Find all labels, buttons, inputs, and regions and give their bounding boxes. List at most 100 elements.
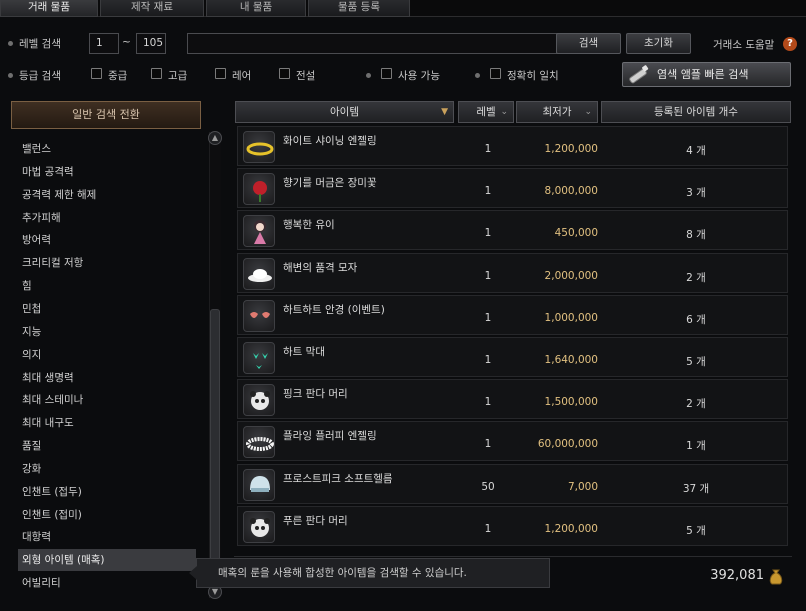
category-item[interactable]: 방어력 <box>22 229 197 251</box>
item-name: 프로스트피크 소프트헬름 <box>283 472 393 485</box>
category-item[interactable]: 공격력 제한 해제 <box>22 184 197 206</box>
item-price: 1,500,000 <box>544 396 598 409</box>
rose-icon <box>243 173 275 206</box>
item-level: 1 <box>484 354 492 366</box>
grade-search-label: 등급 검색 <box>19 70 61 82</box>
category-item[interactable]: 크리티컬 저항 <box>22 252 197 274</box>
item-name: 화이트 샤이닝 엔젤링 <box>283 135 377 147</box>
item-name: 하트하트 안경 (이벤트) <box>283 303 385 316</box>
grade-checkbox-legend[interactable] <box>279 68 290 79</box>
bullet-icon <box>8 73 13 78</box>
category-item[interactable]: 어빌리티 <box>22 572 197 594</box>
bullet-icon <box>8 41 13 46</box>
item-price: 7,000 <box>567 480 598 493</box>
item-count: 2 개 <box>686 271 706 284</box>
category-item[interactable]: 품질 <box>22 435 197 457</box>
item-level: 1 <box>484 227 492 240</box>
item-price: 2,000,000 <box>544 269 598 282</box>
item-name: 향기를 머금은 장미꽃 <box>283 177 377 190</box>
category-item[interactable]: 지능 <box>22 321 197 343</box>
reset-button[interactable]: 초기화 <box>626 33 691 54</box>
item-price: 1,200,000 <box>544 143 598 155</box>
header-price-label: 최저가 <box>542 106 572 118</box>
bullet-icon <box>475 73 480 78</box>
item-count: 8 개 <box>686 229 706 242</box>
table-row[interactable]: 화이트 샤이닝 엔젤링 1 1,200,000 4 개 <box>237 126 788 166</box>
item-level: 1 <box>484 438 492 451</box>
category-item[interactable]: 최대 내구도 <box>22 412 197 434</box>
category-item[interactable]: 인챈트 (접두) <box>22 481 197 503</box>
chevron-down-icon: ⌄ <box>500 107 508 117</box>
gold-bag-icon <box>769 569 783 585</box>
table-row[interactable]: 하트 막대 1 1,640,000 5 개 <box>237 337 788 377</box>
item-name: 해변의 품격 모자 <box>283 261 358 274</box>
scroll-thumb[interactable] <box>210 309 220 585</box>
table-row[interactable]: 향기를 머금은 장미꽃 1 8,000,000 3 개 <box>237 168 788 209</box>
tab-trade-items[interactable]: 거래 물품 <box>0 0 98 17</box>
scroll-up-icon[interactable]: ▲ <box>208 131 222 145</box>
item-price: 450,000 <box>554 227 598 240</box>
category-item[interactable]: 의지 <box>22 344 197 366</box>
category-item[interactable]: 강화 <box>22 458 197 480</box>
grade-label-mid: 중급 <box>108 70 128 82</box>
category-item[interactable]: 민첩 <box>22 298 197 320</box>
category-item[interactable]: 대항력 <box>22 526 197 548</box>
help-icon[interactable]: ? <box>783 37 797 51</box>
category-item[interactable]: 최대 스테미나 <box>22 389 197 411</box>
category-item[interactable]: 힘 <box>22 275 197 297</box>
exact-match-checkbox[interactable] <box>490 68 501 79</box>
item-price: 1,640,000 <box>544 354 598 366</box>
grade-checkbox-mid[interactable] <box>91 68 102 79</box>
header-item[interactable]: 아이템 ▼ <box>235 101 454 123</box>
header-level[interactable]: 레벨 ⌄ <box>458 101 514 123</box>
grade-checkbox-rare[interactable] <box>215 68 226 79</box>
item-name: 플라잉 플러피 엔젤링 <box>283 430 377 443</box>
item-count: 1 개 <box>686 440 706 453</box>
gold-amount: 392,081 <box>710 568 764 583</box>
table-row[interactable]: 푸른 판다 머리 1 1,200,000 5 개 <box>237 505 788 546</box>
table-row[interactable]: 프로스트피크 소프트헬름 50 7,000 37 개 <box>237 463 788 504</box>
category-item[interactable]: 마법 공격력 <box>22 161 197 183</box>
item-count: 5 개 <box>686 524 706 537</box>
divider <box>234 556 792 557</box>
category-item[interactable]: 외형 아이템 (매혹) <box>18 549 196 572</box>
quick-search-label: 염색 앰플 빠른 검색 <box>657 68 749 81</box>
usable-checkbox[interactable] <box>381 68 392 79</box>
tab-craft-materials[interactable]: 제작 재료 <box>100 0 204 17</box>
grade-checkbox-high[interactable] <box>151 68 162 79</box>
doll-icon <box>243 215 275 248</box>
item-level: 1 <box>484 396 492 409</box>
level-min-input[interactable]: 1 <box>89 33 119 54</box>
level-separator: ~ <box>122 36 131 48</box>
category-item[interactable]: 밸런스 <box>22 138 197 160</box>
tab-register-item[interactable]: 물품 등록 <box>308 0 410 17</box>
category-item[interactable]: 최대 생명력 <box>22 367 197 389</box>
item-name: 핑크 판다 머리 <box>283 388 348 401</box>
header-price[interactable]: 최저가 ⌄ <box>516 101 598 123</box>
category-item[interactable]: 추가피해 <box>22 207 197 229</box>
level-max-input[interactable]: 105 <box>136 33 166 54</box>
header-count[interactable]: 등록된 아이템 개수 <box>601 101 791 123</box>
dye-ampoule-quick-search-button[interactable]: 염색 앰플 빠른 검색 <box>622 62 791 87</box>
general-search-toggle-button[interactable]: 일반 검색 전환 <box>11 101 201 129</box>
gold-display: 392,081 <box>690 566 790 586</box>
help-label[interactable]: 거래소 도움말 <box>713 37 774 52</box>
heart-stick-icon <box>243 342 275 374</box>
table-row[interactable]: 핑크 판다 머리 1 1,500,000 2 개 <box>237 379 788 420</box>
tab-bar: 거래 물품 제작 재료 내 물품 물품 등록 <box>0 0 806 17</box>
item-price: 60,000,000 <box>537 438 598 451</box>
table-row[interactable]: 행복한 유이 1 450,000 8 개 <box>237 210 788 251</box>
grade-label-high: 고급 <box>168 70 188 82</box>
tab-my-items[interactable]: 내 물품 <box>206 0 306 17</box>
exact-match-label: 정확히 일치 <box>507 70 559 82</box>
search-button[interactable]: 검색 <box>556 33 621 54</box>
table-row[interactable]: 해변의 품격 모자 1 2,000,000 2 개 <box>237 252 788 293</box>
item-name: 푸른 판다 머리 <box>283 514 348 527</box>
table-row[interactable]: 하트하트 안경 (이벤트) 1 1,000,000 6 개 <box>237 294 788 335</box>
table-row[interactable]: 플라잉 플러피 엔젤링 1 60,000,000 1 개 <box>237 421 788 462</box>
category-item[interactable]: 인챈트 (접미) <box>22 504 197 526</box>
item-search-input[interactable] <box>187 33 558 54</box>
item-count: 2 개 <box>686 398 706 411</box>
helm-icon <box>243 468 275 501</box>
item-level: 1 <box>484 311 492 324</box>
